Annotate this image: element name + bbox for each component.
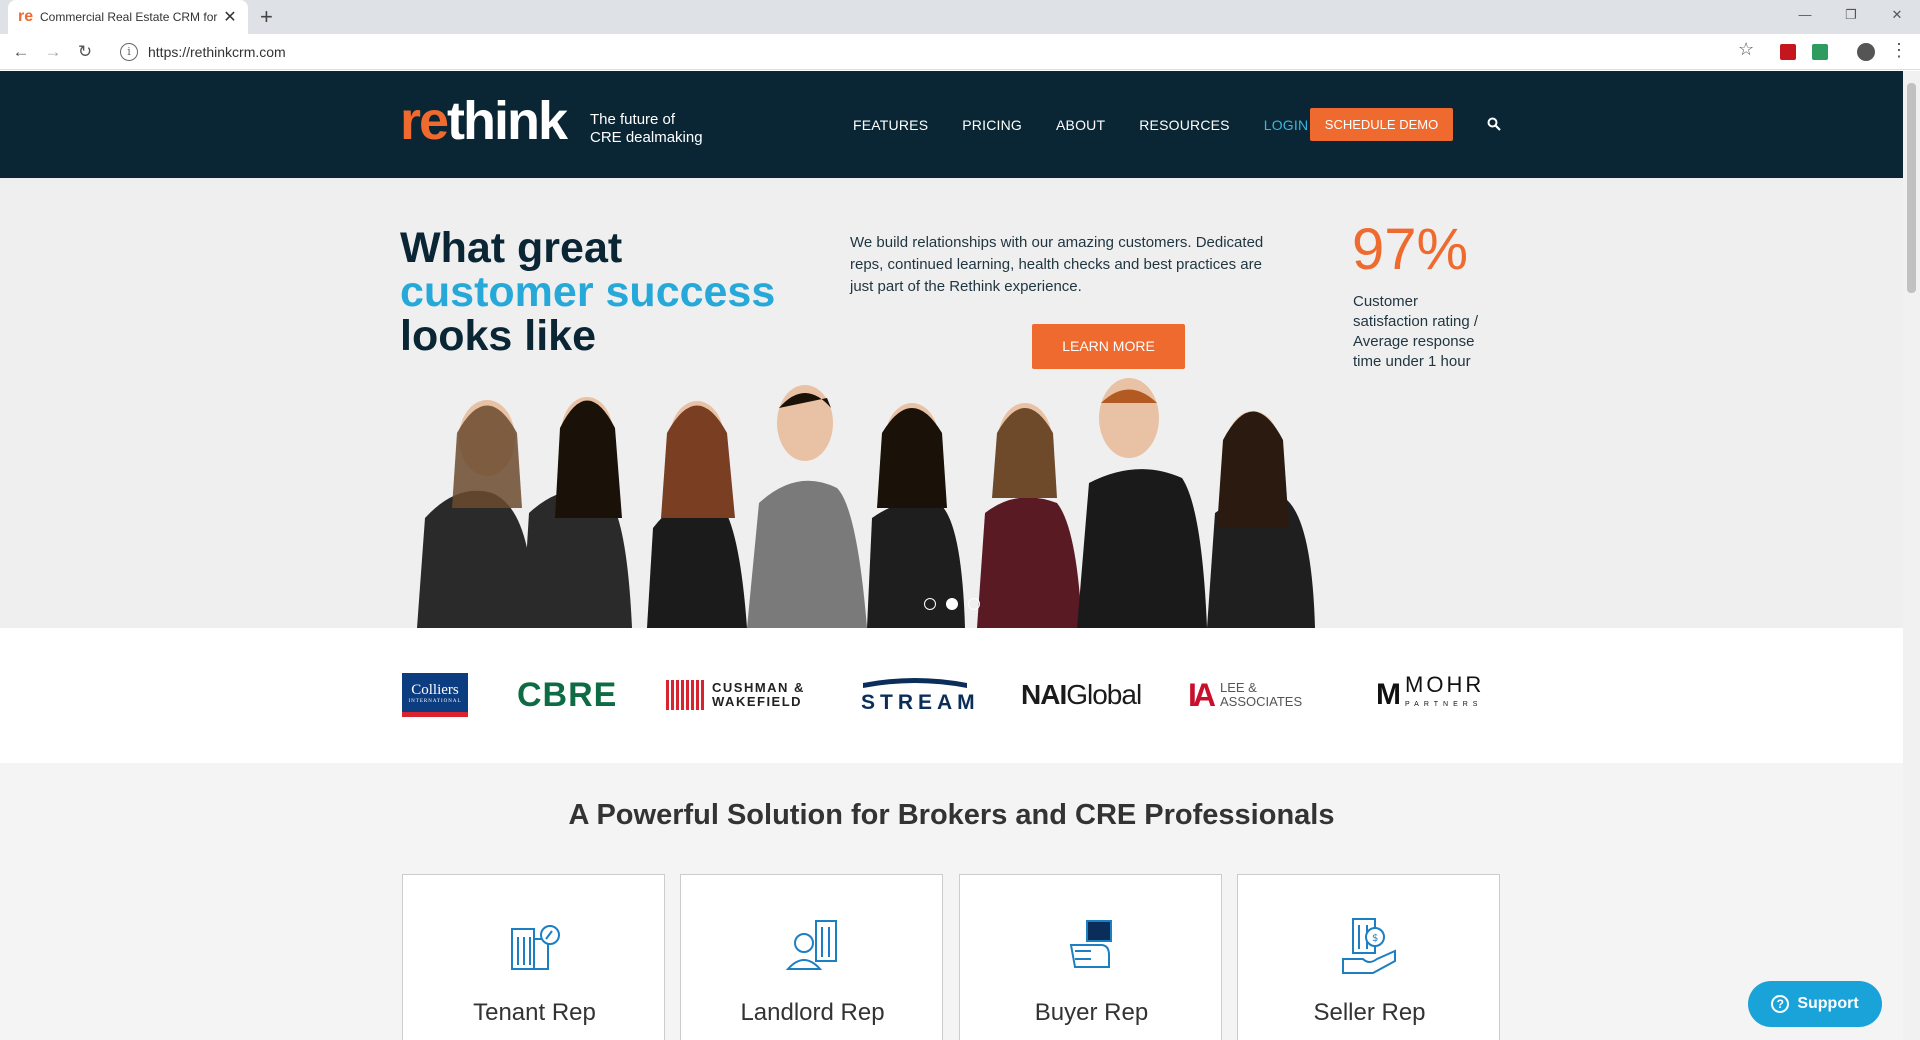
extension-lastpass-icon[interactable]: [1780, 44, 1796, 60]
logo-prefix: re: [400, 91, 449, 151]
team-photo: [417, 378, 1315, 628]
card-label: Buyer Rep: [1034, 999, 1149, 1026]
site-info-icon[interactable]: i: [120, 43, 138, 61]
page-viewport: rethink The future of CRE dealmaking FEA…: [0, 71, 1903, 1040]
solutions-title: A Powerful Solution for Brokers and CRE …: [568, 799, 1335, 831]
stream-logo: STREAM: [861, 673, 980, 717]
nai-global-logo: NAI Global: [1021, 673, 1142, 717]
lee-line1: LEE &: [1220, 680, 1257, 695]
client-logos: Colliers INTERNATIONAL CBRE CUSHMAN & WA…: [0, 628, 1903, 763]
colliers-text: Colliers: [411, 681, 459, 698]
carousel-dots: [924, 598, 980, 610]
nav-about[interactable]: ABOUT: [1056, 117, 1105, 133]
tagline-line1: The future of: [590, 111, 676, 128]
bookmark-star-icon[interactable]: ☆: [1738, 39, 1754, 60]
scrollbar-thumb[interactable]: [1907, 83, 1916, 293]
url-text: https://rethinkcrm.com: [148, 44, 286, 60]
search-icon[interactable]: [1487, 117, 1501, 131]
schedule-demo-button[interactable]: SCHEDULE DEMO: [1310, 108, 1453, 141]
card-label: Seller Rep: [1313, 999, 1426, 1026]
hero-title: What great customer success looks like: [400, 226, 820, 358]
logo-tagline: The future of CRE dealmaking: [590, 111, 703, 147]
back-icon[interactable]: ←: [10, 41, 32, 63]
lee-line2: ASSOCIATES: [1220, 694, 1303, 709]
extension-green-icon[interactable]: [1812, 44, 1828, 60]
help-icon: ?: [1771, 995, 1790, 1013]
minimize-icon[interactable]: —: [1782, 0, 1828, 30]
mohr-mark: M: [1376, 678, 1401, 711]
carousel-dot-3[interactable]: [968, 598, 980, 610]
mohr-partners-logo: M MOHR PARTNERS: [1376, 673, 1484, 717]
nav-features[interactable]: FEATURES: [853, 117, 928, 133]
carousel-dot-2[interactable]: [946, 598, 958, 610]
nav-login[interactable]: LOGIN: [1264, 117, 1309, 133]
tenant-rep-card[interactable]: Tenant Rep: [402, 874, 665, 1040]
page-scrollbar[interactable]: [1903, 71, 1920, 1040]
forward-icon[interactable]: →: [42, 41, 64, 63]
lee-associates-logo: IA LEE & ASSOCIATES: [1188, 673, 1302, 717]
cushman-wakefield-logo: CUSHMAN & WAKEFIELD: [666, 673, 805, 717]
seller-hand-dollar-icon: $: [1342, 918, 1396, 974]
tab-title: Commercial Real Estate CRM for: [40, 10, 218, 24]
colliers-subtext: INTERNATIONAL: [408, 698, 462, 704]
browser-toolbar: ← → ↻ i https://rethinkcrm.com ☆ ⋮: [0, 34, 1920, 70]
colliers-logo: Colliers INTERNATIONAL: [402, 673, 468, 717]
support-button[interactable]: ? Support: [1748, 981, 1882, 1027]
close-window-icon[interactable]: ✕: [1874, 0, 1920, 30]
profile-avatar-icon[interactable]: [1857, 43, 1875, 61]
main-nav: FEATURES PRICING ABOUT RESOURCES LOGIN: [853, 117, 1342, 133]
rethink-logo[interactable]: rethink: [400, 91, 568, 151]
card-label: Tenant Rep: [473, 999, 596, 1026]
address-bar[interactable]: i https://rethinkcrm.com: [112, 38, 1752, 66]
cushman-line1: CUSHMAN &: [712, 680, 805, 695]
cushman-mark: [666, 680, 704, 710]
logo-suffix: think: [447, 91, 568, 151]
window-controls: — ❐ ✕: [1782, 0, 1920, 30]
card-label: Landlord Rep: [740, 999, 885, 1026]
hero-body: We build relationships with our amazing …: [850, 234, 1264, 295]
hero-section: What great customer success looks like W…: [0, 178, 1903, 628]
seller-rep-card[interactable]: $ Seller Rep: [1237, 874, 1500, 1040]
nav-resources[interactable]: RESOURCES: [1139, 117, 1229, 133]
browser-tabbar: re Commercial Real Estate CRM for ✕ + — …: [0, 0, 1920, 34]
restore-icon[interactable]: ❐: [1828, 0, 1874, 30]
solutions-section: A Powerful Solution for Brokers and CRE …: [0, 763, 1903, 1040]
support-label: Support: [1797, 995, 1859, 1012]
nav-pricing[interactable]: PRICING: [962, 117, 1022, 133]
buyer-hand-icon: [1069, 920, 1112, 968]
cushman-line2: WAKEFIELD: [712, 694, 803, 709]
lee-mark: IA: [1188, 676, 1216, 713]
stat-caption: Customer satisfaction rating / Average r…: [1353, 293, 1479, 370]
browser-menu-icon[interactable]: ⋮: [1890, 40, 1908, 61]
tagline-line2: CRE dealmaking: [590, 129, 703, 146]
satisfaction-stat: 97%: [1352, 217, 1469, 282]
hero-title-part1: What great: [400, 224, 623, 272]
site-header: rethink The future of CRE dealmaking FEA…: [0, 71, 1903, 178]
mohr-text: MOHR: [1405, 672, 1485, 697]
building-key-icon: [511, 925, 560, 970]
new-tab-icon[interactable]: +: [260, 4, 273, 30]
buyer-rep-card[interactable]: Buyer Rep: [959, 874, 1222, 1040]
nai-text: NAI: [1021, 679, 1067, 710]
cbre-logo: CBRE: [517, 675, 618, 714]
landlord-buildings-icon: [785, 920, 837, 970]
tab-favicon: re: [18, 8, 34, 25]
carousel-dot-1[interactable]: [924, 598, 936, 610]
browser-tab[interactable]: re Commercial Real Estate CRM for ✕: [8, 0, 248, 34]
hero-title-highlight: customer success: [400, 268, 776, 316]
svg-text:$: $: [1372, 933, 1378, 944]
learn-more-button[interactable]: LEARN MORE: [1032, 324, 1185, 369]
hero-title-part2: looks like: [400, 312, 596, 360]
landlord-rep-card[interactable]: Landlord Rep: [680, 874, 943, 1040]
stream-wave: [863, 678, 967, 688]
global-text: Global: [1066, 679, 1142, 710]
tab-close-icon[interactable]: ✕: [222, 7, 238, 27]
mohr-subtext: PARTNERS: [1405, 701, 1483, 708]
reload-icon[interactable]: ↻: [74, 41, 96, 63]
